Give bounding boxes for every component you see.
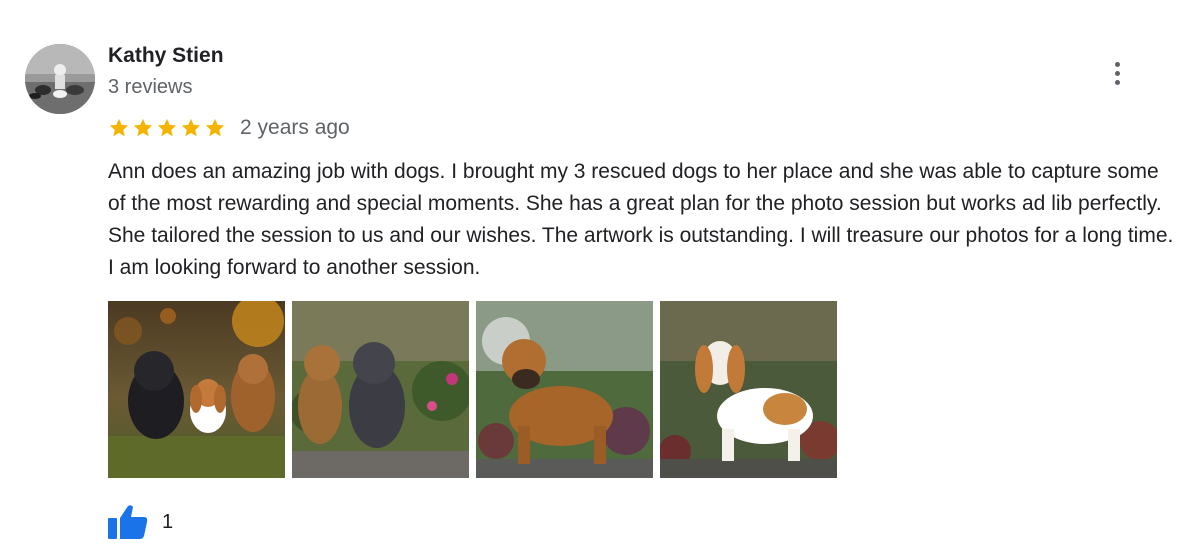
dog-photo-thumbnail xyxy=(660,301,837,478)
review-text: Ann does an amazing job with dogs. I bro… xyxy=(108,160,1174,279)
like-row: 1 xyxy=(108,504,173,540)
dog-photo-thumbnail xyxy=(292,301,469,478)
like-count: 1 xyxy=(162,510,174,533)
review-age: 2 years ago xyxy=(240,116,350,139)
thumbs-up-icon xyxy=(108,505,148,539)
reviewer-review-count[interactable]: 3 reviews xyxy=(108,76,192,99)
review-photo-1[interactable] xyxy=(108,301,285,478)
more-options-button[interactable] xyxy=(1100,56,1134,90)
photo-gallery xyxy=(108,301,837,478)
review-photo-4[interactable] xyxy=(660,301,837,478)
reviewer-name[interactable]: Kathy Stien xyxy=(108,44,224,68)
dog-photo-thumbnail xyxy=(108,301,285,478)
star-icon xyxy=(133,118,153,137)
review-photo-3[interactable] xyxy=(476,301,653,478)
star-icon xyxy=(109,118,129,137)
more-options-dot xyxy=(1114,70,1120,76)
dog-photo-thumbnail xyxy=(476,301,653,478)
star-icon xyxy=(205,118,225,137)
avatar[interactable] xyxy=(25,44,95,114)
more-options-dot xyxy=(1114,79,1120,85)
like-button[interactable] xyxy=(108,504,148,540)
review-photo-2[interactable] xyxy=(292,301,469,478)
star-rating xyxy=(108,117,226,139)
star-icon xyxy=(181,118,201,137)
more-options-icon xyxy=(1114,61,1120,67)
rating-row: 2 years ago xyxy=(108,114,350,142)
star-icon xyxy=(157,118,177,137)
